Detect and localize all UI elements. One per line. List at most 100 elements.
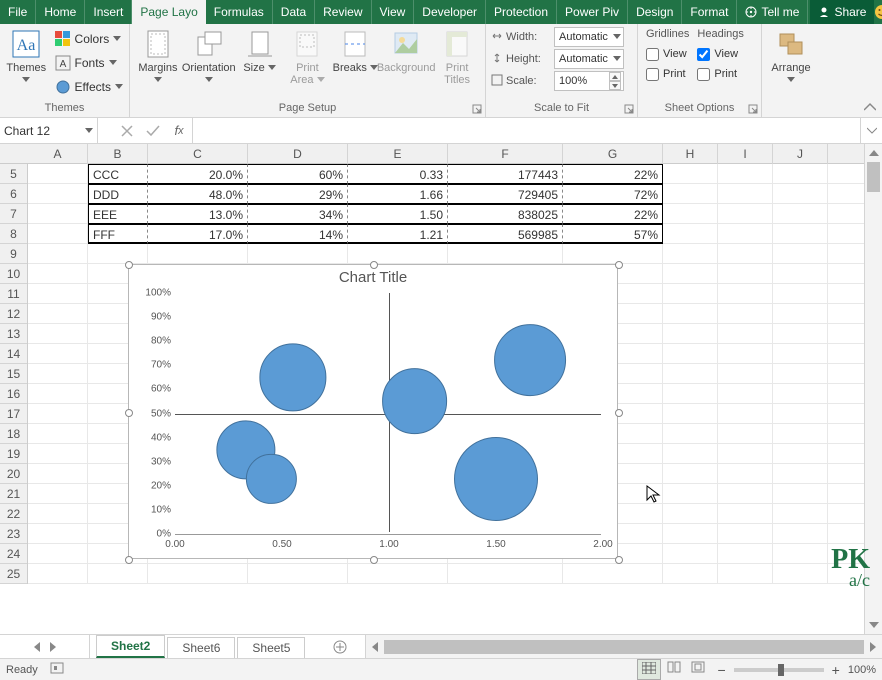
chart-bubble[interactable] bbox=[259, 344, 326, 411]
cell[interactable] bbox=[663, 544, 718, 564]
tab-power-piv[interactable]: Power Piv bbox=[557, 0, 628, 24]
cell[interactable] bbox=[773, 504, 828, 524]
scroll-down-icon[interactable] bbox=[865, 616, 882, 634]
cell[interactable] bbox=[773, 204, 828, 224]
cell[interactable] bbox=[28, 484, 88, 504]
cell[interactable] bbox=[718, 464, 773, 484]
cell[interactable] bbox=[28, 264, 88, 284]
macro-record-icon[interactable] bbox=[50, 661, 64, 678]
cell[interactable] bbox=[718, 364, 773, 384]
cell[interactable] bbox=[718, 204, 773, 224]
cell[interactable] bbox=[663, 184, 718, 204]
confirm-formula-icon[interactable] bbox=[140, 125, 166, 137]
cell[interactable] bbox=[718, 324, 773, 344]
row-header[interactable]: 14 bbox=[0, 344, 27, 364]
print-titles-button[interactable]: PrintTitles bbox=[433, 26, 481, 88]
row-header[interactable]: 19 bbox=[0, 444, 27, 464]
cell[interactable] bbox=[718, 424, 773, 444]
cell[interactable] bbox=[663, 244, 718, 264]
cell[interactable]: 569985 bbox=[448, 224, 563, 244]
cell[interactable] bbox=[773, 544, 828, 564]
zoom-in-button[interactable]: + bbox=[832, 662, 840, 678]
cell[interactable] bbox=[718, 544, 773, 564]
row-header[interactable]: 17 bbox=[0, 404, 27, 424]
cell[interactable]: 14% bbox=[248, 224, 348, 244]
print-area-button[interactable]: PrintArea bbox=[284, 26, 332, 88]
cell[interactable] bbox=[348, 564, 448, 584]
cell[interactable] bbox=[28, 564, 88, 584]
cell[interactable]: 17.0% bbox=[148, 224, 248, 244]
cell[interactable] bbox=[718, 284, 773, 304]
hscroll-right-icon[interactable] bbox=[864, 638, 882, 656]
hscroll-left-icon[interactable] bbox=[366, 638, 384, 656]
cell[interactable] bbox=[448, 244, 563, 264]
view-pagelayout-icon[interactable] bbox=[663, 659, 685, 680]
cell[interactable] bbox=[88, 244, 148, 264]
cell[interactable] bbox=[663, 264, 718, 284]
chart-bubble[interactable] bbox=[246, 453, 296, 503]
cell[interactable]: 22% bbox=[563, 164, 663, 184]
cell[interactable]: 57% bbox=[563, 224, 663, 244]
cell[interactable] bbox=[28, 424, 88, 444]
col-header-H[interactable]: H bbox=[663, 144, 718, 164]
col-header-I[interactable]: I bbox=[718, 144, 773, 164]
cell[interactable]: 1.50 bbox=[348, 204, 448, 224]
chart-handle-nw[interactable] bbox=[125, 261, 133, 269]
themes-button[interactable]: Aa Themes bbox=[4, 26, 49, 88]
cell[interactable] bbox=[663, 464, 718, 484]
cell[interactable]: CCC bbox=[88, 164, 148, 184]
row-header[interactable]: 8 bbox=[0, 224, 27, 244]
cancel-formula-icon[interactable] bbox=[114, 125, 140, 137]
tab-review[interactable]: Review bbox=[315, 0, 371, 24]
cell[interactable] bbox=[28, 404, 88, 424]
cell[interactable] bbox=[148, 564, 248, 584]
row-header[interactable]: 12 bbox=[0, 304, 27, 324]
cell[interactable]: 60% bbox=[248, 164, 348, 184]
row-header[interactable]: 7 bbox=[0, 204, 27, 224]
cell[interactable] bbox=[773, 184, 828, 204]
cell[interactable] bbox=[663, 364, 718, 384]
tab-protection[interactable]: Protection bbox=[486, 0, 557, 24]
margins-button[interactable]: Margins bbox=[134, 26, 182, 88]
chart-handle-e[interactable] bbox=[615, 409, 623, 417]
headings-print-check[interactable]: Print bbox=[693, 64, 747, 84]
scale-spinner[interactable]: 100% bbox=[554, 71, 624, 91]
cell[interactable] bbox=[718, 184, 773, 204]
row-header[interactable]: 24 bbox=[0, 544, 27, 564]
cell[interactable] bbox=[28, 504, 88, 524]
cell[interactable] bbox=[248, 244, 348, 264]
cell[interactable] bbox=[28, 224, 88, 244]
effects-button[interactable]: Effects bbox=[53, 76, 125, 98]
view-normal-icon[interactable] bbox=[637, 659, 661, 680]
tab-developer[interactable]: Developer bbox=[414, 0, 486, 24]
sheet-tab-sheet6[interactable]: Sheet6 bbox=[167, 637, 235, 658]
scroll-thumb[interactable] bbox=[867, 162, 880, 192]
background-button[interactable]: Background bbox=[379, 26, 433, 76]
width-dropdown[interactable]: Automatic bbox=[554, 27, 624, 47]
cell[interactable] bbox=[28, 304, 88, 324]
zoom-slider[interactable] bbox=[734, 668, 824, 672]
cell[interactable]: 13.0% bbox=[148, 204, 248, 224]
col-header-B[interactable]: B bbox=[88, 144, 148, 164]
cell[interactable]: 22% bbox=[563, 204, 663, 224]
cell[interactable] bbox=[773, 384, 828, 404]
row-header[interactable]: 13 bbox=[0, 324, 27, 344]
sheet-tab-sheet5[interactable]: Sheet5 bbox=[237, 637, 305, 658]
tab-home[interactable]: Home bbox=[36, 0, 85, 24]
cell[interactable] bbox=[663, 444, 718, 464]
tab-view[interactable]: View bbox=[372, 0, 415, 24]
spreadsheet-grid[interactable]: ABCDEFGHIJ 56789101112131415161718192021… bbox=[0, 144, 882, 634]
row-header[interactable]: 15 bbox=[0, 364, 27, 384]
cell[interactable] bbox=[148, 244, 248, 264]
chart-handle-n[interactable] bbox=[370, 261, 378, 269]
cell[interactable] bbox=[28, 344, 88, 364]
chart-bubble[interactable] bbox=[494, 325, 566, 397]
cell[interactable] bbox=[718, 524, 773, 544]
cell[interactable] bbox=[28, 364, 88, 384]
chart-object[interactable]: Chart Title0%10%20%30%40%50%60%70%80%90%… bbox=[128, 264, 618, 559]
cell[interactable] bbox=[663, 224, 718, 244]
height-dropdown[interactable]: Automatic bbox=[554, 49, 624, 69]
smiley-icon[interactable] bbox=[874, 0, 882, 24]
cell[interactable] bbox=[28, 324, 88, 344]
cell[interactable] bbox=[248, 564, 348, 584]
